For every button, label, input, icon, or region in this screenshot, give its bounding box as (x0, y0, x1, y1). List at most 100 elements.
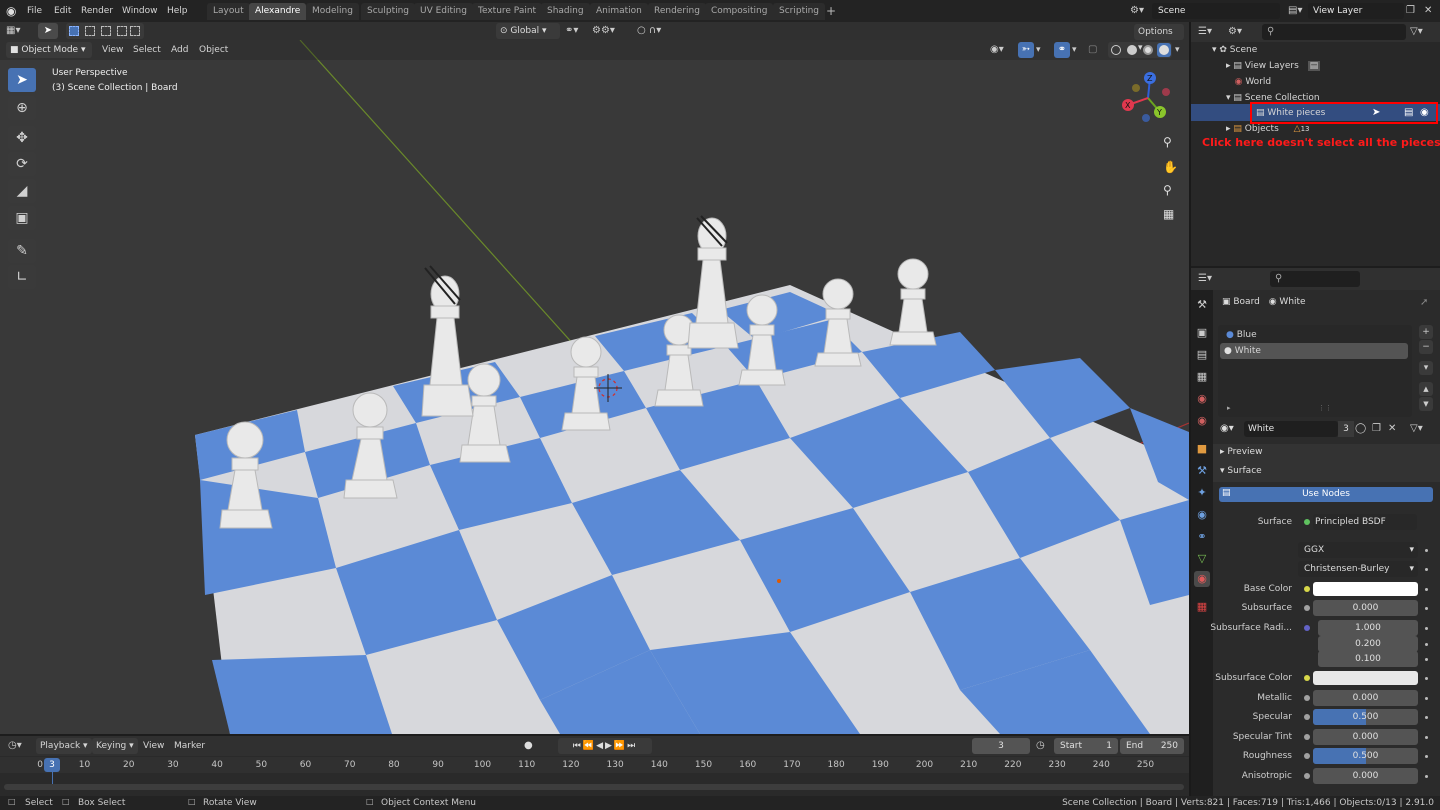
timeline-menu-view[interactable]: View (139, 738, 168, 754)
remove-slot-icon[interactable]: − (1419, 340, 1433, 354)
select-tool-icon[interactable]: ➤ (38, 23, 58, 39)
rendered-shading-icon[interactable] (1157, 43, 1171, 57)
material-slot-blue[interactable]: ● Blue (1222, 327, 1408, 343)
blender-logo-icon[interactable]: ◉ (6, 4, 20, 18)
keyframe-dot[interactable] (1425, 775, 1428, 778)
material-users-count[interactable]: 3 (1338, 421, 1354, 437)
browse-material-icon[interactable]: ◉▾ (1220, 421, 1242, 437)
visibility-icon[interactable]: ◉▾ (990, 42, 1016, 58)
rotate-tool-icon[interactable]: ⟳ (8, 152, 36, 176)
surface-panel-title[interactable]: ▾ Surface (1220, 466, 1262, 476)
anisotropic-field[interactable]: 0.000 (1313, 768, 1418, 784)
xray-toggle-icon[interactable]: ▢ (1088, 42, 1104, 58)
filter-icon[interactable]: ▽▾ (1410, 24, 1434, 40)
play-icon[interactable]: ▶ (605, 741, 614, 751)
data-tab-icon[interactable]: ▽ (1194, 551, 1210, 567)
annotate-tool-icon[interactable]: ✎ (8, 239, 36, 263)
menu-window[interactable]: Window (118, 3, 162, 19)
workspace-tab-compositing[interactable]: Compositing (705, 3, 774, 20)
keyframe-dot[interactable] (1425, 588, 1428, 591)
jump-end-icon[interactable]: ⏭ (627, 741, 637, 751)
fake-user-icon[interactable]: ◯ (1355, 421, 1369, 437)
object-tab-icon[interactable]: ■ (1194, 441, 1210, 457)
workspace-tab-scripting[interactable]: Scripting (773, 3, 826, 20)
subtract-selection-icon[interactable] (101, 26, 111, 36)
keyframe-dot[interactable] (1425, 736, 1428, 739)
modifier-tab-icon[interactable]: ⚒ (1194, 463, 1210, 479)
measure-tool-icon[interactable]: ∟ (8, 265, 36, 289)
menu-file[interactable]: File (23, 3, 46, 19)
previous-keyframe-icon[interactable]: ⏪ (583, 741, 596, 751)
scale-tool-icon[interactable]: ◢ (8, 179, 36, 203)
scene-tab-icon[interactable]: ◉ (1194, 391, 1210, 407)
workspace-tab-layout[interactable]: Layout (207, 3, 250, 20)
workspace-tab-animation[interactable]: Animation (590, 3, 648, 20)
zoom-icon[interactable]: ⚲ (1163, 134, 1179, 150)
snap-icon[interactable]: ⚙⚙▾ (592, 23, 630, 39)
scene-field[interactable]: Scene (1152, 3, 1280, 19)
metallic-field[interactable]: 0.000 (1313, 690, 1418, 706)
expand-arrow-icon[interactable]: ▸ (1227, 404, 1231, 412)
outliner-row-scene[interactable]: ▾ ✿ Scene (1212, 42, 1432, 58)
intersect-selection-icon[interactable] (130, 26, 140, 36)
perspective-toggle-icon[interactable]: ▦ (1163, 206, 1179, 222)
playback-controls[interactable]: ⏮⏪◀▶⏩⏭ (558, 738, 652, 754)
mode-dropdown[interactable]: ■ Object Mode ▾ (6, 42, 92, 58)
timeline-menu-marker[interactable]: Marker (170, 738, 209, 754)
invert-selection-icon[interactable] (117, 26, 127, 36)
material-preview-shading-icon[interactable] (1143, 45, 1153, 55)
cursor-tool-icon[interactable]: ⊕ (8, 96, 36, 120)
keyframe-dot[interactable] (1425, 568, 1428, 571)
next-keyframe-icon[interactable]: ⏩ (614, 741, 627, 751)
keyframe-dot[interactable] (1425, 549, 1428, 552)
workspace-tab-sculpting[interactable]: Sculpting (361, 3, 416, 20)
keyframe-dot[interactable] (1425, 643, 1428, 646)
camera-view-icon[interactable]: ⚲ (1163, 182, 1179, 198)
slot-specials-icon[interactable]: ▾ (1419, 361, 1433, 375)
add-slot-icon[interactable]: + (1419, 325, 1433, 339)
pivot-point-icon[interactable]: ⚭▾ (565, 23, 589, 39)
workspace-tab-shading[interactable]: Shading (541, 3, 590, 20)
add-workspace-icon[interactable]: + (826, 3, 836, 19)
use-nodes-button[interactable]: Use Nodes (1219, 487, 1433, 502)
keyframe-dot[interactable] (1425, 627, 1428, 630)
view-layer-field[interactable]: View Layer (1308, 3, 1404, 19)
transform-tool-icon[interactable]: ▣ (8, 206, 36, 230)
playhead-frame-badge[interactable]: 3 (44, 758, 60, 772)
preview-range-icon[interactable]: ◷ (1036, 738, 1050, 754)
menu-help[interactable]: Help (163, 3, 192, 19)
material-name-field[interactable]: White (1244, 421, 1338, 437)
keyframe-dot[interactable] (1425, 658, 1428, 661)
viewport-scene[interactable] (0, 40, 1189, 734)
transform-orientation-dropdown[interactable]: ⊙ Global ▾ (496, 23, 560, 39)
outliner-row-objects[interactable]: ▸ ▤ Objects △13 (1226, 121, 1426, 137)
timeline-menu-playback[interactable]: Playback ▾ (36, 738, 92, 754)
start-frame-field[interactable]: Start 1 (1054, 738, 1118, 754)
selection-mode-buttons[interactable] (66, 23, 144, 39)
render-layer-icon[interactable]: ▤ (1307, 61, 1321, 71)
timeline-menu-keying[interactable]: Keying ▾ (92, 738, 138, 754)
subsurface-method-dropdown[interactable]: Christensen-Burley ▾ (1298, 561, 1418, 577)
tool-tab-icon[interactable]: ⚒ (1194, 297, 1210, 313)
select-box-tool-icon[interactable]: ➤ (8, 68, 36, 92)
options-dropdown[interactable]: Options ▾ (1134, 24, 1184, 53)
jump-start-icon[interactable]: ⏮ (573, 741, 583, 751)
specular-field[interactable]: 0.500 (1313, 709, 1418, 725)
particles-tab-icon[interactable]: ✦ (1194, 485, 1210, 501)
3d-viewport[interactable] (0, 40, 1189, 734)
scene-browse-icon[interactable]: ⚙▾ (1130, 3, 1150, 19)
workspace-tab-texture-paint[interactable]: Texture Paint (472, 3, 543, 20)
overlay-toggle-icon[interactable]: ⚭ (1054, 42, 1070, 58)
chevron-down-icon[interactable]: ▾ (1072, 42, 1082, 58)
wireframe-shading-icon[interactable] (1111, 45, 1121, 55)
chevron-down-icon[interactable]: ▾ (1036, 42, 1046, 58)
editor-type-icon[interactable]: ▦▾ (6, 23, 30, 39)
chevron-down-icon[interactable]: ▾ (1175, 42, 1185, 58)
workspace-tab-uv-editing[interactable]: UV Editing (414, 3, 473, 20)
remove-view-layer-icon[interactable]: ✕ (1424, 3, 1438, 19)
surface-shader-field[interactable]: Principled BSDF (1313, 514, 1417, 530)
material-slot-white[interactable]: ● White (1220, 343, 1408, 359)
outliner-search-input[interactable] (1262, 24, 1406, 40)
keyframe-dot[interactable] (1425, 607, 1428, 610)
subsurface-field[interactable]: 0.000 (1313, 600, 1418, 616)
